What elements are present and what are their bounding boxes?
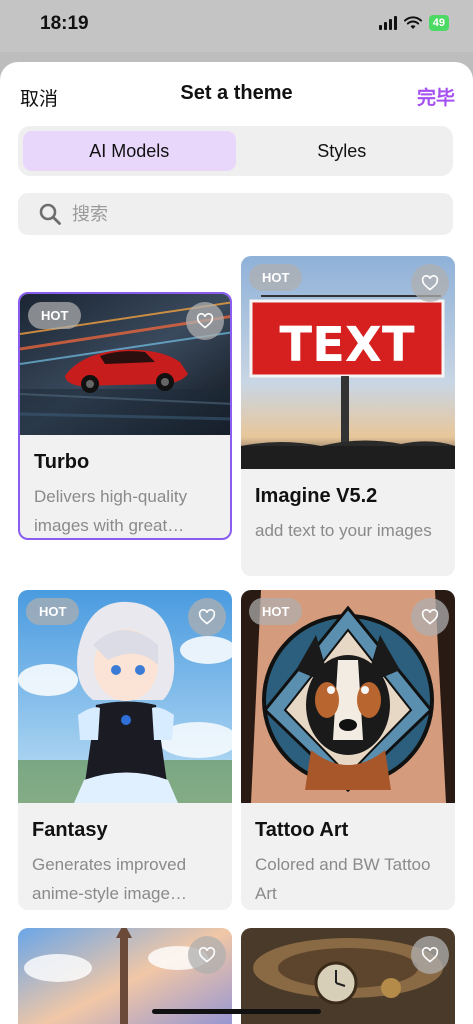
card-description: Colored and BW Tattoo Art	[255, 855, 431, 903]
favorite-button[interactable]	[411, 264, 449, 302]
heart-icon	[421, 275, 439, 291]
model-card-tattoo-art[interactable]: HOT Tattoo Art Colored and BW Tattoo Art	[241, 590, 455, 910]
red-sports-car-image: HOT	[20, 294, 230, 435]
favorite-button[interactable]	[188, 598, 226, 636]
search-icon	[39, 203, 61, 225]
hot-badge: HOT	[249, 598, 303, 625]
battery-indicator: 49	[428, 15, 449, 31]
heart-icon	[196, 313, 214, 329]
card-title: Turbo	[34, 451, 90, 473]
segmented-control: AI Models Styles	[18, 126, 453, 176]
favorite-button[interactable]	[186, 302, 224, 340]
model-card-fantasy[interactable]: HOT Fantasy Generates improved anime-sty…	[18, 590, 232, 910]
text-billboard-image: TEXT HOT	[241, 256, 455, 469]
card-description: Generates improved anime-style image…	[32, 855, 187, 903]
model-card-imagine[interactable]: TEXT HOT Imagine V5.2 add text to your i…	[241, 256, 455, 576]
billboard-text: TEXT	[279, 317, 415, 373]
status-bar: 18:19 49	[0, 0, 473, 52]
card-title: Imagine V5.2	[255, 485, 378, 507]
hot-badge: HOT	[249, 264, 303, 291]
tab-ai-models[interactable]: AI Models	[23, 131, 236, 171]
dog-tattoo-image: HOT	[241, 590, 455, 803]
hot-badge: HOT	[28, 302, 82, 329]
wifi-icon	[403, 16, 422, 29]
favorite-button[interactable]	[411, 936, 449, 974]
heart-icon	[198, 947, 216, 963]
tab-styles[interactable]: Styles	[236, 131, 449, 171]
anime-girl-image: HOT	[18, 590, 232, 803]
heart-icon	[198, 609, 216, 625]
card-title: Fantasy	[32, 819, 108, 841]
done-button[interactable]: 完毕	[417, 83, 455, 110]
card-description: add text to your images	[255, 521, 432, 540]
nav-bar: 取消 Set a theme 完毕	[0, 62, 473, 126]
home-indicator	[152, 1009, 321, 1014]
favorite-button[interactable]	[188, 936, 226, 974]
cellular-signal-icon	[378, 16, 397, 30]
favorite-button[interactable]	[411, 598, 449, 636]
status-time: 18:19	[40, 13, 89, 34]
status-icons: 49	[378, 15, 449, 31]
search-bar[interactable]	[18, 193, 453, 235]
heart-icon	[421, 609, 439, 625]
card-title: Tattoo Art	[255, 819, 349, 841]
hot-badge: HOT	[26, 598, 80, 625]
card-description: Delivers high-quality images with great…	[34, 487, 188, 535]
model-card-turbo[interactable]: HOT Turbo Delivers high-quality images w…	[18, 292, 232, 540]
page-title: Set a theme	[180, 82, 293, 104]
search-input[interactable]	[72, 203, 412, 225]
theme-sheet: 取消 Set a theme 完毕 AI Models Styles 搜索 HO…	[0, 62, 473, 1024]
heart-icon	[421, 947, 439, 963]
